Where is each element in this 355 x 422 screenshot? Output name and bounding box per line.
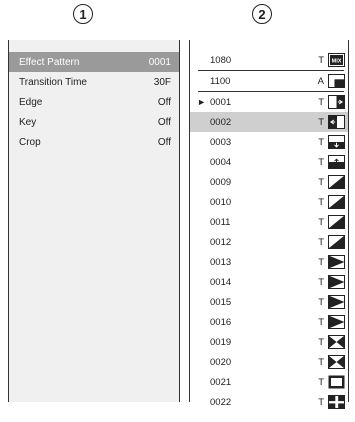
pattern-row-0003[interactable]: 0003 T <box>190 132 348 152</box>
pattern-type: T <box>318 236 324 248</box>
pattern-type: T <box>318 356 324 368</box>
pattern-number: 0015 <box>210 296 232 308</box>
wedge-wipe-icon <box>328 315 345 329</box>
callout-marker-1: 1 <box>73 4 93 24</box>
menu-item-value: 0001 <box>148 56 171 68</box>
corner-box-wipe-icon <box>328 395 345 409</box>
pattern-type: T <box>318 96 324 108</box>
menu-item-value: Off <box>157 116 171 128</box>
pattern-number: 0020 <box>210 356 232 368</box>
pattern-row-0001[interactable]: ► 0001 T <box>190 92 348 112</box>
pattern-row-1100[interactable]: 1100 A <box>190 71 348 91</box>
menu-item-effect-pattern[interactable]: Effect Pattern 0001 <box>9 52 179 72</box>
pattern-row-0011[interactable]: 0011 T <box>190 212 348 232</box>
pattern-type: T <box>318 316 324 328</box>
menu-item-transition-time[interactable]: Transition Time 30F <box>9 72 179 92</box>
pattern-number: 0014 <box>210 276 232 288</box>
pattern-type: T <box>318 196 324 208</box>
pattern-type: T <box>318 216 324 228</box>
pattern-type: T <box>318 176 324 188</box>
pattern-number: 0022 <box>210 396 232 408</box>
pattern-row-0020[interactable]: 0020 T <box>190 352 348 372</box>
diagonal-wipe-icon <box>328 195 345 209</box>
mix-icon-text: MIX <box>332 59 342 65</box>
pattern-type: T <box>318 296 324 308</box>
menu-item-label: Transition Time <box>19 76 87 88</box>
pattern-type: T <box>318 276 324 288</box>
wipe-down-icon <box>328 135 345 149</box>
pattern-type: T <box>318 136 324 148</box>
pattern-number: 0016 <box>210 316 232 328</box>
menu-item-key[interactable]: Key Off <box>9 112 179 132</box>
pattern-type: T <box>318 336 324 348</box>
current-indicator: ► <box>197 97 206 107</box>
diagonal-wipe-icon <box>328 235 345 249</box>
menu-item-label: Crop <box>19 136 41 148</box>
pattern-row-0013[interactable]: 0013 T <box>190 252 348 272</box>
pattern-number: 1080 <box>210 54 232 66</box>
menu-item-label: Key <box>19 116 37 128</box>
pattern-type: T <box>318 54 324 66</box>
wedge-wipe-icon <box>328 275 345 289</box>
pattern-number: 0011 <box>210 216 231 228</box>
pattern-number: 0010 <box>210 196 232 208</box>
wedge-wipe-icon <box>328 255 345 269</box>
pattern-row-0004[interactable]: 0004 T <box>190 152 348 172</box>
pattern-row-0009[interactable]: 0009 T <box>190 172 348 192</box>
pattern-number: 1100 <box>210 75 231 87</box>
pattern-row-1080[interactable]: 1080 T MIX <box>190 50 348 70</box>
menu-item-value: Off <box>157 96 171 108</box>
pattern-type: T <box>318 256 324 268</box>
pattern-type: T <box>318 376 324 388</box>
effect-pattern-list: 1080 T MIX 1100 A ► 0001 T 0002 T 0003 T 0004 T 0009 T 0… <box>189 40 349 409</box>
pattern-type: T <box>318 396 324 408</box>
wipe-left-icon <box>328 115 345 129</box>
menu-item-crop[interactable]: Crop Off <box>9 132 179 152</box>
corner-wipe-icon <box>328 74 345 88</box>
pattern-row-0016[interactable]: 0016 T <box>190 312 348 332</box>
pattern-row-0015[interactable]: 0015 T <box>190 292 348 312</box>
diagonal-wipe-icon <box>328 215 345 229</box>
menu-item-value: 30F <box>153 76 171 88</box>
menu-item-edge[interactable]: Edge Off <box>9 92 179 112</box>
pattern-row-0022[interactable]: 0022 T <box>190 392 348 412</box>
pattern-row-0014[interactable]: 0014 T <box>190 272 348 292</box>
pattern-row-0019[interactable]: 0019 T <box>190 332 348 352</box>
x-wipe-icon <box>328 335 345 349</box>
pattern-number: 0003 <box>210 136 232 148</box>
callout-marker-2: 2 <box>252 4 272 24</box>
pattern-row-0010[interactable]: 0010 T <box>190 192 348 212</box>
pattern-row-0002[interactable]: 0002 T <box>190 112 348 132</box>
pattern-number: 0021 <box>210 376 232 388</box>
menu-item-label: Effect Pattern <box>19 56 80 68</box>
pattern-row-0012[interactable]: 0012 T <box>190 232 348 252</box>
pattern-number: 0002 <box>210 116 232 128</box>
mix-icon: MIX <box>328 53 345 67</box>
box-wipe-icon <box>328 375 345 389</box>
pattern-row-0021[interactable]: 0021 T <box>190 372 348 392</box>
menu-item-value: Off <box>157 136 171 148</box>
pattern-type: T <box>318 116 324 128</box>
menu-item-label: Edge <box>19 96 43 108</box>
pattern-type: T <box>318 156 324 168</box>
pattern-number: 0013 <box>210 256 232 268</box>
pattern-number: 0004 <box>210 156 232 168</box>
pattern-type: A <box>317 75 324 87</box>
effect-settings-menu: Effect Pattern 0001 Transition Time 30F … <box>8 40 180 402</box>
pattern-number: 0009 <box>210 176 232 188</box>
x-wipe-icon <box>328 355 345 369</box>
pattern-number: 0001 <box>210 96 232 108</box>
pattern-number: 0012 <box>210 236 232 248</box>
wipe-up-icon <box>328 155 345 169</box>
wedge-wipe-icon <box>328 295 345 309</box>
diagonal-wipe-icon <box>328 175 345 189</box>
wipe-right-icon <box>328 95 345 109</box>
pattern-number: 0019 <box>210 336 232 348</box>
